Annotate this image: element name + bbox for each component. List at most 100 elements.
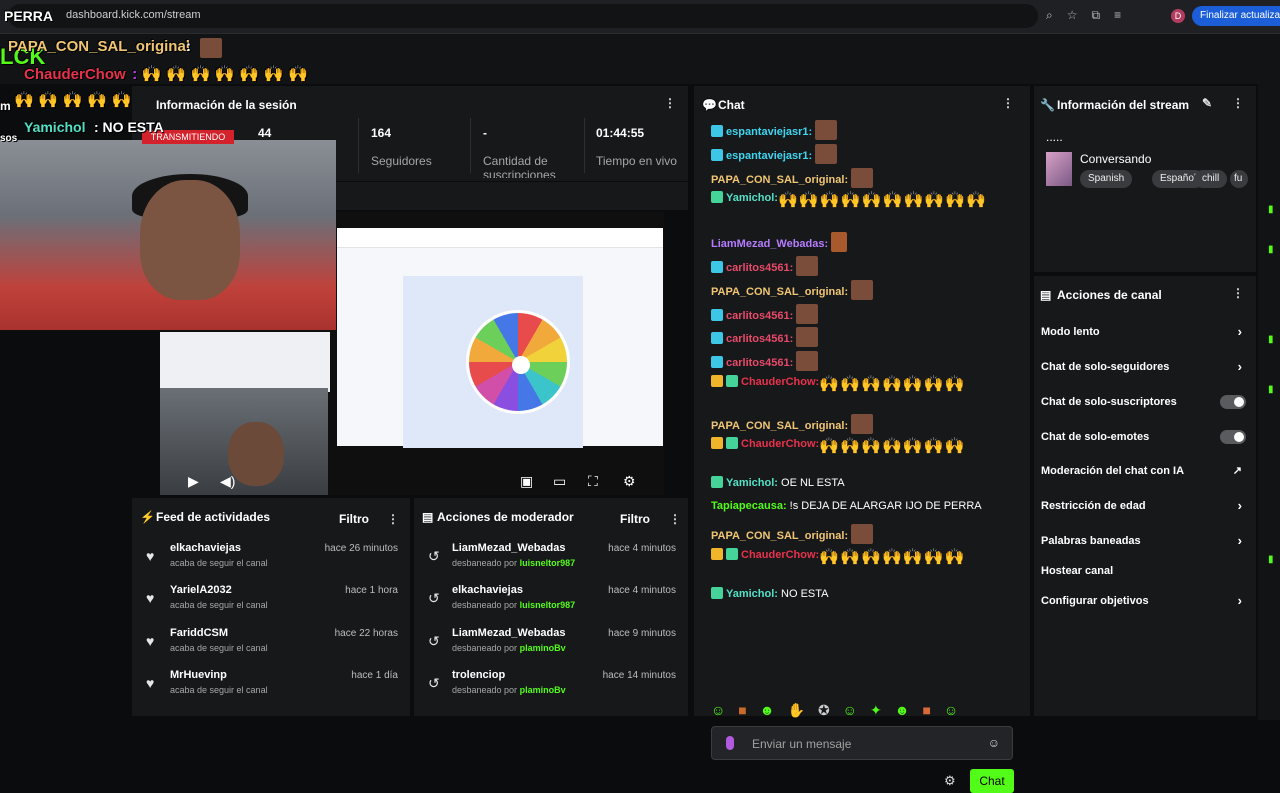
emote-icon[interactable]: ☻ [895,702,910,719]
action-subscribers-only[interactable]: Chat de solo-suscriptores [1041,396,1177,408]
stream-title: ..... [1046,130,1063,144]
emote-picker-icon[interactable] [726,736,734,750]
zoom-icon[interactable]: ⌕ [1046,8,1053,23]
external-link-icon[interactable]: ↗ [1233,464,1242,477]
subscribers-only-toggle[interactable] [1220,395,1246,409]
chevron-right-icon[interactable]: › [1238,498,1242,513]
emote-icon[interactable]: ☻ [760,702,775,719]
channel-actions-menu-icon[interactable]: ⋮ [1232,286,1244,300]
chat-username[interactable]: ChauderChow: [741,376,819,388]
chat-username[interactable]: PAPA_CON_SAL_original: [711,286,848,298]
chat-username[interactable]: carlitos4561: [726,357,793,369]
list-item: ♥ elkachaviejas acaba de seguir el canal ha… [146,542,398,568]
chat-settings-gear-icon[interactable]: ⚙ [944,773,956,789]
action-emotes-only[interactable]: Chat de solo-emotes [1041,431,1149,443]
emote-icon[interactable]: ☺ [944,702,958,719]
list-item: ♥ YarielA2032 acaba de seguir el canal hace… [146,584,398,610]
finalize-update-button[interactable]: Finalizar actualizació [1192,6,1280,26]
feed-menu-icon[interactable]: ⋮ [387,512,399,526]
chat-message: Yamichol: 🙌🙌🙌🙌🙌🙌🙌🙌🙌🙌 [711,190,987,210]
chat-username[interactable]: carlitos4561: [726,333,793,345]
list-item: ↺ elkachaviejas desbaneado por luisneltor9… [428,584,676,610]
mod-filter-button[interactable]: Filtro [620,512,650,526]
fullscreen-icon[interactable]: ⛶ [588,473,598,490]
feed-filter-button[interactable]: Filtro [339,512,369,526]
chevron-right-icon[interactable]: › [1238,593,1242,608]
pip-icon[interactable]: ▣ [520,473,533,490]
extensions-icon[interactable]: ⧉ [1092,8,1101,23]
action-followers-only[interactable]: Chat de solo-seguidores [1041,361,1169,373]
theater-icon[interactable]: ▭ [553,473,566,490]
list-item: ♥ FariddCSM acaba de seguir el canal hace 2… [146,627,398,653]
chat-panel: 💬 Chat ⋮ espantaviejasr1: espantaviejasr… [694,86,1030,793]
chat-title: Chat [718,98,745,112]
emote-icon[interactable]: ☺ [843,702,857,719]
chevron-right-icon[interactable]: › [1238,533,1242,548]
chat-username[interactable]: espantaviejasr1: [726,126,812,138]
play-icon[interactable]: ▶ [188,473,199,490]
action-age-restriction[interactable]: Restricción de edad [1041,500,1146,512]
sidebar-icon[interactable]: ▮ [1268,384,1274,395]
chat-username[interactable]: espantaviejasr1: [726,150,812,162]
tag-chip: fu [1230,170,1248,188]
player-controls: ▶ ◀) ▣ ▭ ⛶ ⚙ [160,465,664,495]
chat-username[interactable]: carlitos4561: [726,262,793,274]
chat-username[interactable]: PAPA_CON_SAL_original: [711,174,848,186]
heart-icon: ♥ [146,548,155,564]
address-bar[interactable]: dashboard.kick.com/stream [8,4,1038,28]
emote-icon[interactable]: ■ [922,702,930,719]
chat-username[interactable]: ChauderChow: [741,549,819,561]
session-menu-icon[interactable]: ⋮ [664,96,676,110]
chevron-right-icon[interactable]: › [1238,324,1242,339]
sidebar-icon[interactable]: ▮ [1268,204,1274,215]
emoji-icon[interactable]: ☺ [988,736,1000,750]
sidebar-icon[interactable]: ▮ [1268,334,1274,345]
action-host-channel[interactable]: Hostear canal [1041,565,1113,577]
edit-pencil-icon[interactable]: ✎ [1202,96,1212,110]
chat-username[interactable]: PAPA_CON_SAL_original: [711,420,848,432]
emote-quick-bar: ☺ ■ ☻ ✋ ✪ ☺ ✦ ☻ ■ ☺ [711,702,958,719]
chat-message: PAPA_CON_SAL_original: [711,168,874,188]
chat-username[interactable]: carlitos4561: [726,310,793,322]
mod-menu-icon[interactable]: ⋮ [669,512,681,526]
chat-message: carlitos4561: [711,304,819,324]
emote-icon[interactable]: ✪ [818,702,830,719]
overlay-fragment-sos: sos [0,133,18,144]
emote-icon[interactable]: ✦ [870,702,882,719]
viewers-value: 44 [258,126,272,140]
emote-icon[interactable]: ■ [738,702,746,719]
settings-gear-icon[interactable]: ⚙ [623,473,636,490]
chat-send-button[interactable]: Chat [970,769,1014,793]
overlay-emotes-row: : 🙌 🙌 🙌 🙌 🙌 🙌 🙌 [132,66,308,83]
chat-message-input[interactable]: Enviar un mensaje ☺ [711,726,1013,760]
action-configure-goals[interactable]: Configurar objetivos [1041,595,1149,607]
action-banned-words[interactable]: Palabras baneadas [1041,535,1141,547]
chat-username[interactable]: LiamMezad_Webadas: [711,238,828,250]
chat-username[interactable]: Yamichol: [726,192,778,204]
subs-label: Cantidad de suscripciones [483,154,556,178]
sidebar-icon[interactable]: ▮ [1268,244,1274,255]
emote-icon[interactable]: ☺ [711,702,725,719]
chat-username[interactable]: Tapiapecausa: [711,500,787,512]
media-icon[interactable]: ≡ [1114,8,1121,23]
chat-message: espantaviejasr1: [711,120,838,140]
emotes-only-toggle[interactable] [1220,430,1246,444]
chevron-right-icon[interactable]: › [1238,359,1242,374]
profile-avatar[interactable]: D [1171,9,1185,23]
chat-username[interactable]: ChauderChow: [741,438,819,450]
stream-info-menu-icon[interactable]: ⋮ [1232,96,1244,110]
volume-icon[interactable]: ◀) [220,473,235,490]
browser-toolbar: dashboard.kick.com/stream ⌕ ☆ ⧉ ≡ D Fina… [0,0,1280,34]
sidebar-icon[interactable]: ▮ [1268,554,1274,565]
chat-menu-icon[interactable]: ⋮ [1002,96,1014,110]
action-slow-mode[interactable]: Modo lento [1041,326,1100,338]
undo-icon: ↺ [428,590,440,606]
bookmark-star-icon[interactable]: ☆ [1067,8,1078,23]
emote-icon[interactable]: ✋ [788,702,805,719]
chat-username[interactable]: Yamichol: [726,477,778,489]
action-ai-moderation[interactable]: Moderación del chat con IA [1041,465,1184,477]
category-thumbnail [1046,152,1072,186]
chat-message: PAPA_CON_SAL_original: [711,414,874,434]
chat-username[interactable]: Yamichol: [726,588,778,600]
chat-username[interactable]: PAPA_CON_SAL_original: [711,530,848,542]
